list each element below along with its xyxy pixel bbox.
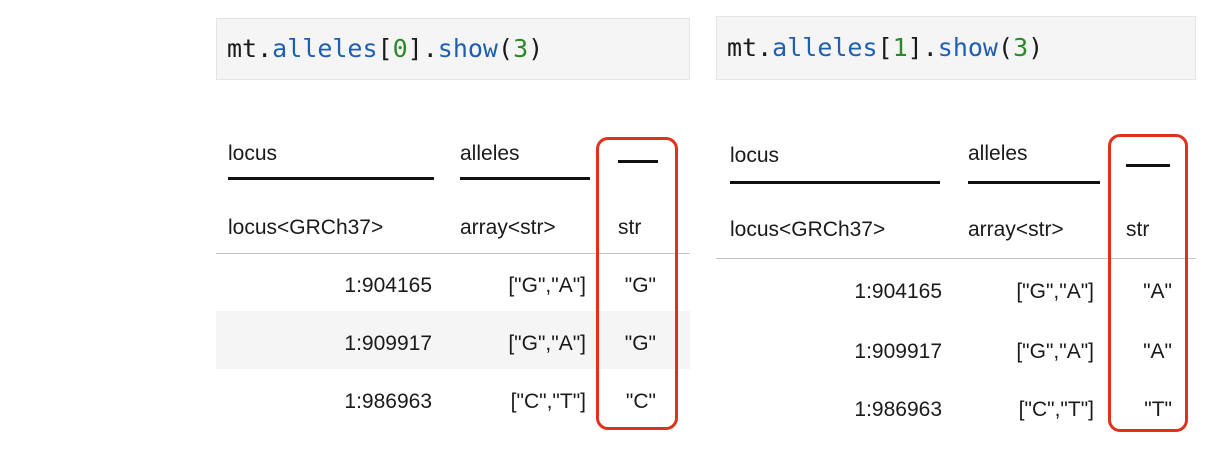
column-header: locus (730, 144, 780, 167)
code-token: . (922, 33, 938, 62)
code-input-1[interactable]: mt.alleles[1].show(3) (716, 16, 1196, 80)
table-cell: 1:904165 (344, 274, 432, 297)
header-underline (730, 181, 940, 184)
table-cell: 1:909917 (344, 332, 432, 355)
code-token: mt (227, 34, 258, 63)
code-token: alleles (772, 33, 878, 62)
code-token: alleles (272, 34, 378, 63)
code-token: show (437, 34, 498, 63)
column-type: array<str> (460, 216, 556, 239)
code-token: mt (727, 33, 758, 62)
code-token: ] (907, 33, 923, 62)
table-cell: 1:904165 (854, 280, 942, 303)
column-header: locus (228, 142, 278, 165)
table-cell: ["G","A"] (1016, 340, 1094, 363)
code-token: . (757, 33, 773, 62)
table-cell: ["C","T"] (510, 390, 586, 413)
column-type: array<str> (968, 218, 1064, 241)
column-header: alleles (460, 142, 520, 165)
code-token: [ (877, 33, 893, 62)
code-token: 0 (392, 34, 408, 63)
code-input-0[interactable]: mt.alleles[0].show(3) (216, 18, 690, 80)
table-cell: ["G","A"] (1016, 280, 1094, 303)
code-token: [ (377, 34, 393, 63)
column-type: locus<GRCh37> (730, 218, 886, 241)
code-token: show (937, 33, 998, 62)
table-cell: 1:909917 (854, 340, 942, 363)
code-token: 1 (892, 33, 908, 62)
highlight-box (596, 137, 678, 430)
code-token: ] (407, 34, 423, 63)
code-token: ) (528, 34, 544, 63)
table-cell: ["G","A"] (508, 274, 586, 297)
column-header: alleles (968, 142, 1028, 165)
header-underline (460, 177, 590, 180)
table-cell: ["C","T"] (1018, 398, 1094, 421)
table-cell: 1:986963 (344, 390, 432, 413)
header-underline (228, 177, 434, 180)
header-underline (968, 181, 1100, 184)
table-cell: ["G","A"] (508, 332, 586, 355)
highlight-box (1108, 134, 1188, 432)
column-type: locus<GRCh37> (228, 216, 384, 239)
code-token: 3 (513, 34, 529, 63)
code-token: . (422, 34, 438, 63)
table-cell: 1:986963 (854, 398, 942, 421)
code-token: ( (498, 34, 514, 63)
code-token: . (257, 34, 273, 63)
code-token: ( (998, 33, 1014, 62)
code-token: ) (1028, 33, 1044, 62)
code-token: 3 (1013, 33, 1029, 62)
